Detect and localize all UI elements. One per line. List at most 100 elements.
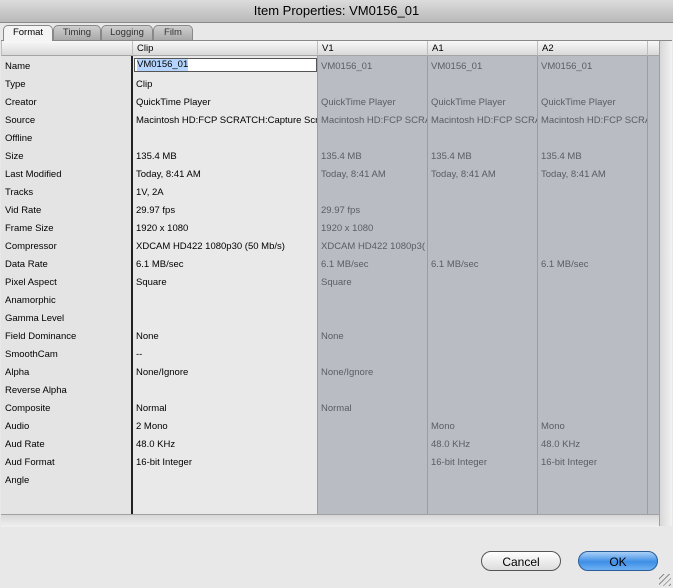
a2-cell[interactable]: 48.0 KHz bbox=[541, 436, 647, 454]
a1-cell[interactable] bbox=[431, 202, 537, 220]
clip-cell[interactable]: 1920 x 1080 bbox=[136, 220, 317, 238]
v1-cell[interactable] bbox=[321, 472, 427, 490]
a1-cell[interactable] bbox=[431, 382, 537, 400]
a2-cell[interactable] bbox=[541, 400, 647, 418]
v1-cell[interactable] bbox=[321, 76, 427, 94]
clip-cell[interactable]: 29.97 fps bbox=[136, 202, 317, 220]
clip-name-input[interactable]: VM0156_01 bbox=[134, 58, 317, 72]
clip-cell[interactable]: 6.1 MB/sec bbox=[136, 256, 317, 274]
a1-cell[interactable] bbox=[431, 238, 537, 256]
v1-cell[interactable] bbox=[321, 436, 427, 454]
v1-cell[interactable]: 1920 x 1080 bbox=[321, 220, 427, 238]
v1-cell[interactable]: Macintosh HD:FCP SCRATC bbox=[321, 112, 427, 130]
v1-cell[interactable]: None/Ignore bbox=[321, 364, 427, 382]
header-v1[interactable]: V1 bbox=[317, 41, 427, 56]
tab-format[interactable]: Format bbox=[3, 25, 53, 41]
a1-cell[interactable] bbox=[431, 400, 537, 418]
clip-cell[interactable]: 135.4 MB bbox=[136, 148, 317, 166]
v1-cell[interactable] bbox=[321, 292, 427, 310]
v1-cell[interactable]: 6.1 MB/sec bbox=[321, 256, 427, 274]
clip-cell[interactable]: 48.0 KHz bbox=[136, 436, 317, 454]
a1-cell[interactable] bbox=[431, 364, 537, 382]
clip-cell[interactable]: 16-bit Integer bbox=[136, 454, 317, 472]
clip-cell[interactable] bbox=[136, 130, 317, 148]
a1-cell[interactable]: 6.1 MB/sec bbox=[431, 256, 537, 274]
a1-cell[interactable] bbox=[431, 292, 537, 310]
clip-cell[interactable]: Square bbox=[136, 274, 317, 292]
v1-cell[interactable] bbox=[321, 310, 427, 328]
header-a2[interactable]: A2 bbox=[537, 41, 647, 56]
a1-cell[interactable] bbox=[431, 220, 537, 238]
v1-cell[interactable]: XDCAM HD422 1080p3( bbox=[321, 238, 427, 256]
clip-cell[interactable]: 2 Mono bbox=[136, 418, 317, 436]
clip-cell[interactable]: Normal bbox=[136, 400, 317, 418]
a2-cell[interactable]: 6.1 MB/sec bbox=[541, 256, 647, 274]
a2-cell[interactable] bbox=[541, 328, 647, 346]
clip-cell[interactable]: Today, 8:41 AM bbox=[136, 166, 317, 184]
tab-timing[interactable]: Timing bbox=[53, 25, 101, 40]
v1-cell[interactable]: 29.97 fps bbox=[321, 202, 427, 220]
ok-button[interactable]: OK bbox=[578, 551, 658, 571]
a1-cell[interactable] bbox=[431, 274, 537, 292]
clip-cell[interactable]: 1V, 2A bbox=[136, 184, 317, 202]
v1-cell[interactable]: VM0156_01 bbox=[321, 58, 427, 76]
header-a1[interactable]: A1 bbox=[427, 41, 537, 56]
clip-cell[interactable]: Clip bbox=[136, 76, 317, 94]
a2-cell[interactable]: VM0156_01 bbox=[541, 58, 647, 76]
v1-cell[interactable]: None bbox=[321, 328, 427, 346]
v1-cell[interactable] bbox=[321, 454, 427, 472]
a2-cell[interactable]: QuickTime Player bbox=[541, 94, 647, 112]
resize-grip-icon[interactable] bbox=[659, 574, 671, 586]
v1-cell[interactable] bbox=[321, 184, 427, 202]
a2-cell[interactable]: 135.4 MB bbox=[541, 148, 647, 166]
clip-cell[interactable] bbox=[136, 292, 317, 310]
a2-cell[interactable] bbox=[541, 346, 647, 364]
a1-cell[interactable]: Macintosh HD:FCP SCRATC bbox=[431, 112, 537, 130]
a2-cell[interactable] bbox=[541, 382, 647, 400]
v1-cell[interactable] bbox=[321, 418, 427, 436]
clip-cell[interactable]: XDCAM HD422 1080p30 (50 Mb/s) bbox=[136, 238, 317, 256]
a1-cell[interactable] bbox=[431, 184, 537, 202]
a2-cell[interactable] bbox=[541, 220, 647, 238]
v1-cell[interactable]: Today, 8:41 AM bbox=[321, 166, 427, 184]
a1-cell[interactable]: Today, 8:41 AM bbox=[431, 166, 537, 184]
vertical-scrollbar[interactable] bbox=[659, 41, 672, 526]
tab-film[interactable]: Film bbox=[153, 25, 193, 40]
v1-cell[interactable]: Normal bbox=[321, 400, 427, 418]
a2-cell[interactable] bbox=[541, 202, 647, 220]
a1-cell[interactable] bbox=[431, 130, 537, 148]
a1-cell[interactable]: 135.4 MB bbox=[431, 148, 537, 166]
clip-cell[interactable] bbox=[136, 472, 317, 490]
a1-cell[interactable]: QuickTime Player bbox=[431, 94, 537, 112]
clip-cell[interactable]: None bbox=[136, 328, 317, 346]
a2-cell[interactable]: Today, 8:41 AM bbox=[541, 166, 647, 184]
v1-cell[interactable] bbox=[321, 346, 427, 364]
horizontal-scrollbar[interactable] bbox=[1, 514, 659, 527]
v1-cell[interactable]: QuickTime Player bbox=[321, 94, 427, 112]
clip-cell[interactable]: QuickTime Player bbox=[136, 94, 317, 112]
v1-cell[interactable] bbox=[321, 382, 427, 400]
a1-cell[interactable] bbox=[431, 472, 537, 490]
clip-cell[interactable]: Macintosh HD:FCP SCRATCH:Capture Scra bbox=[136, 112, 317, 130]
clip-cell[interactable]: None/Ignore bbox=[136, 364, 317, 382]
a2-cell[interactable]: Macintosh HD:FCP SCRATC bbox=[541, 112, 647, 130]
a1-cell[interactable] bbox=[431, 310, 537, 328]
tab-logging[interactable]: Logging bbox=[101, 25, 153, 40]
a1-cell[interactable]: Mono bbox=[431, 418, 537, 436]
a2-cell[interactable] bbox=[541, 310, 647, 328]
a1-cell[interactable]: 48.0 KHz bbox=[431, 436, 537, 454]
header-clip[interactable]: Clip bbox=[132, 41, 317, 56]
clip-cell[interactable]: -- bbox=[136, 346, 317, 364]
a2-cell[interactable]: 16-bit Integer bbox=[541, 454, 647, 472]
a2-cell[interactable] bbox=[541, 184, 647, 202]
a1-cell[interactable] bbox=[431, 76, 537, 94]
cancel-button[interactable]: Cancel bbox=[481, 551, 561, 571]
clip-cell[interactable] bbox=[136, 310, 317, 328]
a2-cell[interactable] bbox=[541, 472, 647, 490]
a2-cell[interactable] bbox=[541, 364, 647, 382]
a2-cell[interactable] bbox=[541, 292, 647, 310]
a2-cell[interactable] bbox=[541, 130, 647, 148]
v1-cell[interactable] bbox=[321, 130, 427, 148]
a2-cell[interactable] bbox=[541, 76, 647, 94]
a2-cell[interactable]: Mono bbox=[541, 418, 647, 436]
